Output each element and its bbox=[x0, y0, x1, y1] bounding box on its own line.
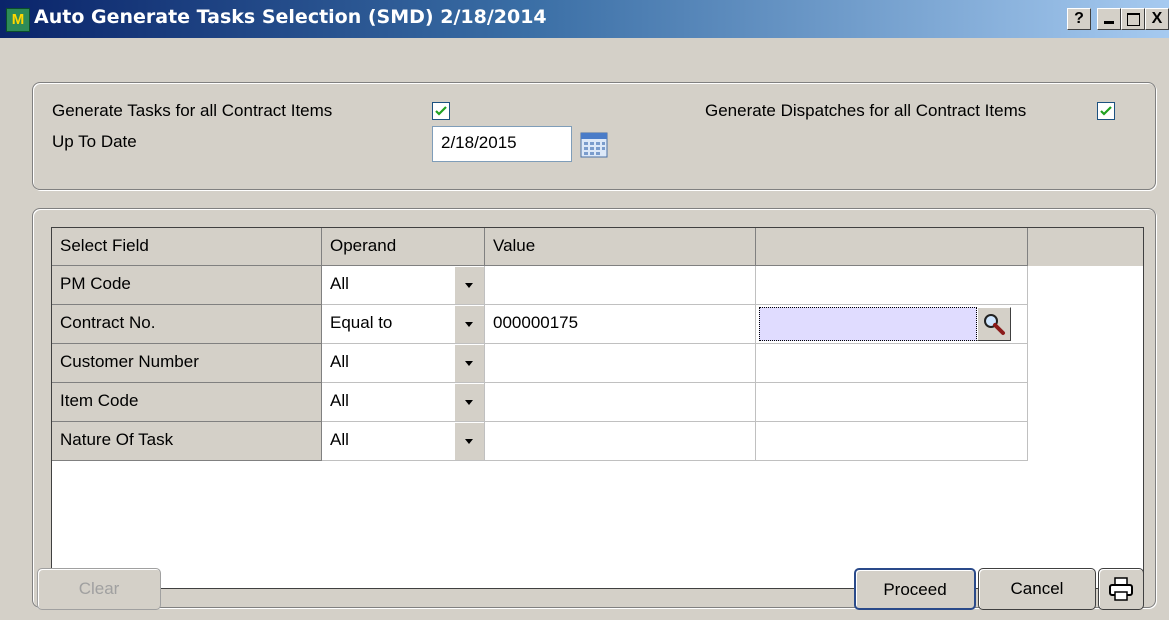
row-customer-number-field: Customer Number bbox=[52, 344, 322, 383]
generate-dispatches-label: Generate Dispatches for all Contract Ite… bbox=[705, 101, 1027, 120]
proceed-button[interactable]: Proceed bbox=[854, 568, 976, 610]
row-pm-code-field: PM Code bbox=[52, 266, 322, 305]
maximize-button[interactable] bbox=[1121, 8, 1145, 30]
printer-icon bbox=[1109, 577, 1133, 601]
row-pm-code-value[interactable] bbox=[485, 266, 756, 305]
value-to-input[interactable] bbox=[759, 307, 977, 341]
checkmark-icon bbox=[1100, 106, 1112, 116]
header-filler bbox=[1028, 228, 1143, 266]
checkmark-icon bbox=[435, 106, 447, 116]
row-nature-of-task-field: Nature Of Task bbox=[52, 422, 322, 461]
dropdown-arrow-icon[interactable] bbox=[454, 267, 484, 304]
row-nature-of-task-value[interactable] bbox=[485, 422, 756, 461]
up-to-date-label: Up To Date bbox=[52, 132, 137, 151]
generate-dispatches-checkbox[interactable] bbox=[1097, 102, 1115, 120]
header-value[interactable]: Value bbox=[485, 228, 756, 266]
row-item-code-extra[interactable] bbox=[756, 383, 1028, 422]
row-contract-no-field: Contract No. bbox=[52, 305, 322, 344]
header-extra[interactable] bbox=[756, 228, 1028, 266]
title-bar: M Auto Generate Tasks Selection (SMD) 2/… bbox=[0, 0, 1169, 38]
minimize-button[interactable] bbox=[1097, 8, 1121, 30]
up-to-date-field[interactable]: 2/18/2015 bbox=[432, 126, 572, 162]
calendar-icon[interactable] bbox=[580, 130, 608, 158]
header-select-field[interactable]: Select Field bbox=[52, 228, 322, 266]
dropdown-arrow-icon[interactable] bbox=[454, 384, 484, 421]
proceed-button-label: Proceed bbox=[883, 580, 947, 599]
selection-grid[interactable]: Select Field Operand Value PM Code All C… bbox=[51, 227, 1144, 589]
dropdown-arrow-icon[interactable] bbox=[454, 423, 484, 460]
lookup-button[interactable] bbox=[977, 307, 1011, 341]
row-contract-no-value[interactable]: 000000175 bbox=[485, 305, 756, 344]
clear-button[interactable]: Clear bbox=[37, 568, 161, 610]
row-customer-number-extra[interactable] bbox=[756, 344, 1028, 383]
cancel-button-label: Cancel bbox=[1010, 579, 1064, 598]
header-operand[interactable]: Operand bbox=[322, 228, 485, 266]
row-item-code-field: Item Code bbox=[52, 383, 322, 422]
dropdown-arrow-icon[interactable] bbox=[454, 306, 484, 343]
app-icon[interactable]: M bbox=[6, 8, 30, 32]
generate-tasks-checkbox[interactable] bbox=[432, 102, 450, 120]
magnifier-icon bbox=[984, 314, 1005, 335]
row-customer-number-value[interactable] bbox=[485, 344, 756, 383]
close-button[interactable]: X bbox=[1145, 8, 1169, 30]
cancel-button[interactable]: Cancel bbox=[978, 568, 1096, 610]
clear-button-label: Clear bbox=[78, 579, 120, 598]
window-title: Auto Generate Tasks Selection (SMD) 2/18… bbox=[34, 6, 547, 28]
generate-tasks-label: Generate Tasks for all Contract Items bbox=[52, 101, 333, 120]
help-button[interactable]: ? bbox=[1067, 8, 1091, 30]
dropdown-arrow-icon[interactable] bbox=[454, 345, 484, 382]
row-pm-code-extra[interactable] bbox=[756, 266, 1028, 305]
row-nature-of-task-extra[interactable] bbox=[756, 422, 1028, 461]
row-item-code-value[interactable] bbox=[485, 383, 756, 422]
print-button[interactable] bbox=[1098, 568, 1144, 610]
